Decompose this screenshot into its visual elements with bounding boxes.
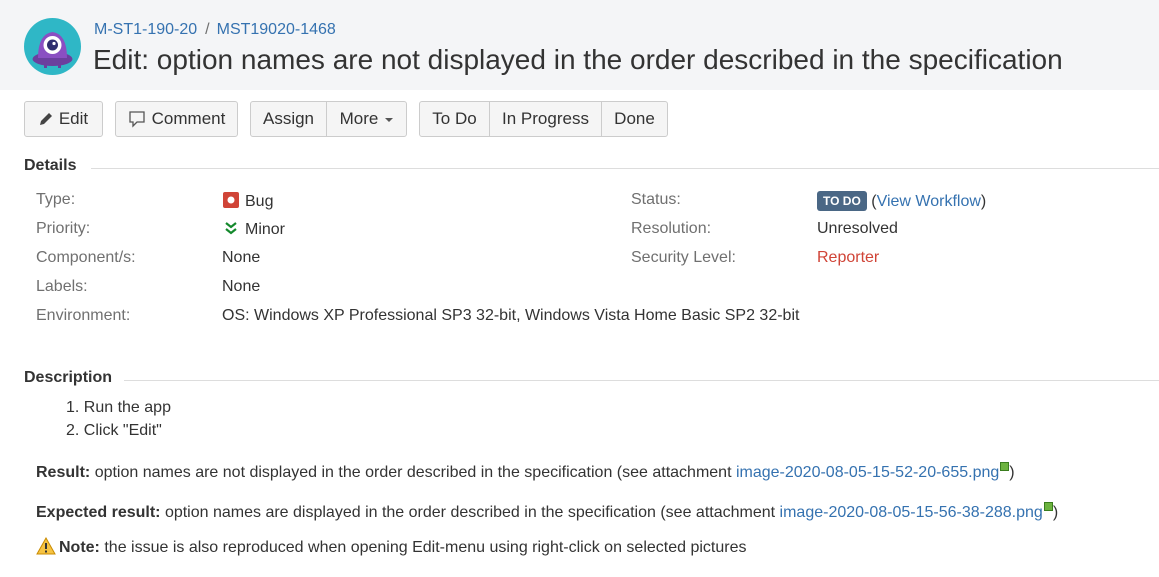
- in-progress-button-label: In Progress: [502, 109, 589, 128]
- comment-button-label: Comment: [151, 109, 226, 128]
- labels-label: Labels:: [36, 278, 88, 295]
- result-text: option names are not displayed in the or…: [94, 464, 732, 481]
- resolution-value: Unresolved: [817, 220, 898, 237]
- note-label: Note:: [59, 539, 100, 556]
- expected-attachment-link[interactable]: image-2020-08-05-15-56-38-288.png: [780, 504, 1043, 521]
- status-label: Status:: [631, 191, 681, 208]
- breadcrumb-project-link[interactable]: M-ST1-190-20: [94, 21, 197, 38]
- edit-button-label: Edit: [58, 109, 89, 128]
- chevron-down-icon: [385, 118, 394, 122]
- done-transition-button[interactable]: Done: [601, 101, 668, 137]
- details-divider: [91, 168, 1159, 169]
- type-label: Type:: [36, 191, 76, 208]
- comment-button[interactable]: Comment: [115, 101, 238, 137]
- type-value: Bug: [222, 191, 273, 211]
- labels-value: None: [222, 278, 261, 295]
- priority-value-text: Minor: [245, 221, 286, 238]
- result-label: Result:: [36, 464, 91, 481]
- done-button-label: Done: [614, 109, 655, 128]
- security-level-label: Security Level:: [631, 249, 736, 266]
- priority-value: Minor: [222, 220, 285, 239]
- note-text: the issue is also reproduced when openin…: [104, 539, 747, 556]
- note-paragraph: Note: the issue is also reproduced when …: [36, 536, 747, 557]
- more-button[interactable]: More: [326, 101, 407, 137]
- priority-minor-icon: [225, 222, 237, 235]
- component-label: Component/s:: [36, 249, 136, 266]
- todo-transition-button[interactable]: To Do: [419, 101, 490, 137]
- component-value: None: [222, 249, 261, 266]
- result-close-paren: ): [1009, 464, 1015, 481]
- project-avatar-icon[interactable]: [24, 18, 81, 75]
- expected-result-label: Expected result:: [36, 504, 161, 521]
- details-heading: Details: [24, 157, 77, 174]
- breadcrumb-issue-key-link[interactable]: MST19020-1468: [217, 21, 336, 38]
- assign-button[interactable]: Assign: [250, 101, 327, 137]
- status-paren-close: ): [980, 193, 987, 210]
- issue-title[interactable]: Edit: option names are not displayed in …: [93, 44, 1063, 76]
- description-step: 1. Run the app: [66, 399, 171, 416]
- expected-close-paren: ): [1052, 504, 1059, 521]
- bug-icon: [223, 192, 239, 208]
- todo-button-label: To Do: [432, 109, 477, 128]
- resolution-label: Resolution:: [631, 220, 712, 237]
- priority-label: Priority:: [36, 220, 91, 237]
- description-divider: [124, 380, 1159, 381]
- expected-result-text: option names are displayed in the order …: [164, 504, 776, 521]
- type-value-text: Bug: [245, 193, 274, 210]
- expected-result-paragraph: Expected result: option names are displa…: [36, 502, 1058, 522]
- description-step: 2. Click "Edit": [66, 422, 162, 439]
- result-attachment-link[interactable]: image-2020-08-05-15-52-20-655.png: [736, 464, 999, 481]
- warning-icon: [36, 536, 56, 555]
- breadcrumb: M-ST1-190-20 / MST19020-1468: [94, 21, 336, 39]
- in-progress-transition-button[interactable]: In Progress: [489, 101, 602, 137]
- status-value: TO DO (View Workflow): [817, 191, 986, 211]
- breadcrumb-separator: /: [205, 21, 210, 38]
- pencil-icon: [39, 113, 52, 125]
- more-button-label: More: [339, 109, 379, 128]
- security-level-value: Reporter: [817, 249, 880, 266]
- edit-button[interactable]: Edit: [24, 101, 103, 137]
- attachment-icon: [1043, 502, 1053, 511]
- issue-header: M-ST1-190-20 / MST19020-1468 Edit: option …: [0, 0, 1159, 90]
- attachment-icon: [1000, 462, 1010, 471]
- environment-value: OS: Windows XP Professional SP3 32-bit, …: [222, 307, 800, 324]
- environment-label: Environment:: [36, 307, 131, 324]
- description-heading: Description: [24, 369, 113, 386]
- comment-icon: [129, 111, 145, 128]
- view-workflow-link[interactable]: View Workflow: [877, 193, 981, 210]
- status-badge: TO DO: [817, 191, 867, 211]
- result-paragraph: Result: option names are not displayed i…: [36, 462, 1015, 482]
- assign-button-label: Assign: [262, 109, 315, 128]
